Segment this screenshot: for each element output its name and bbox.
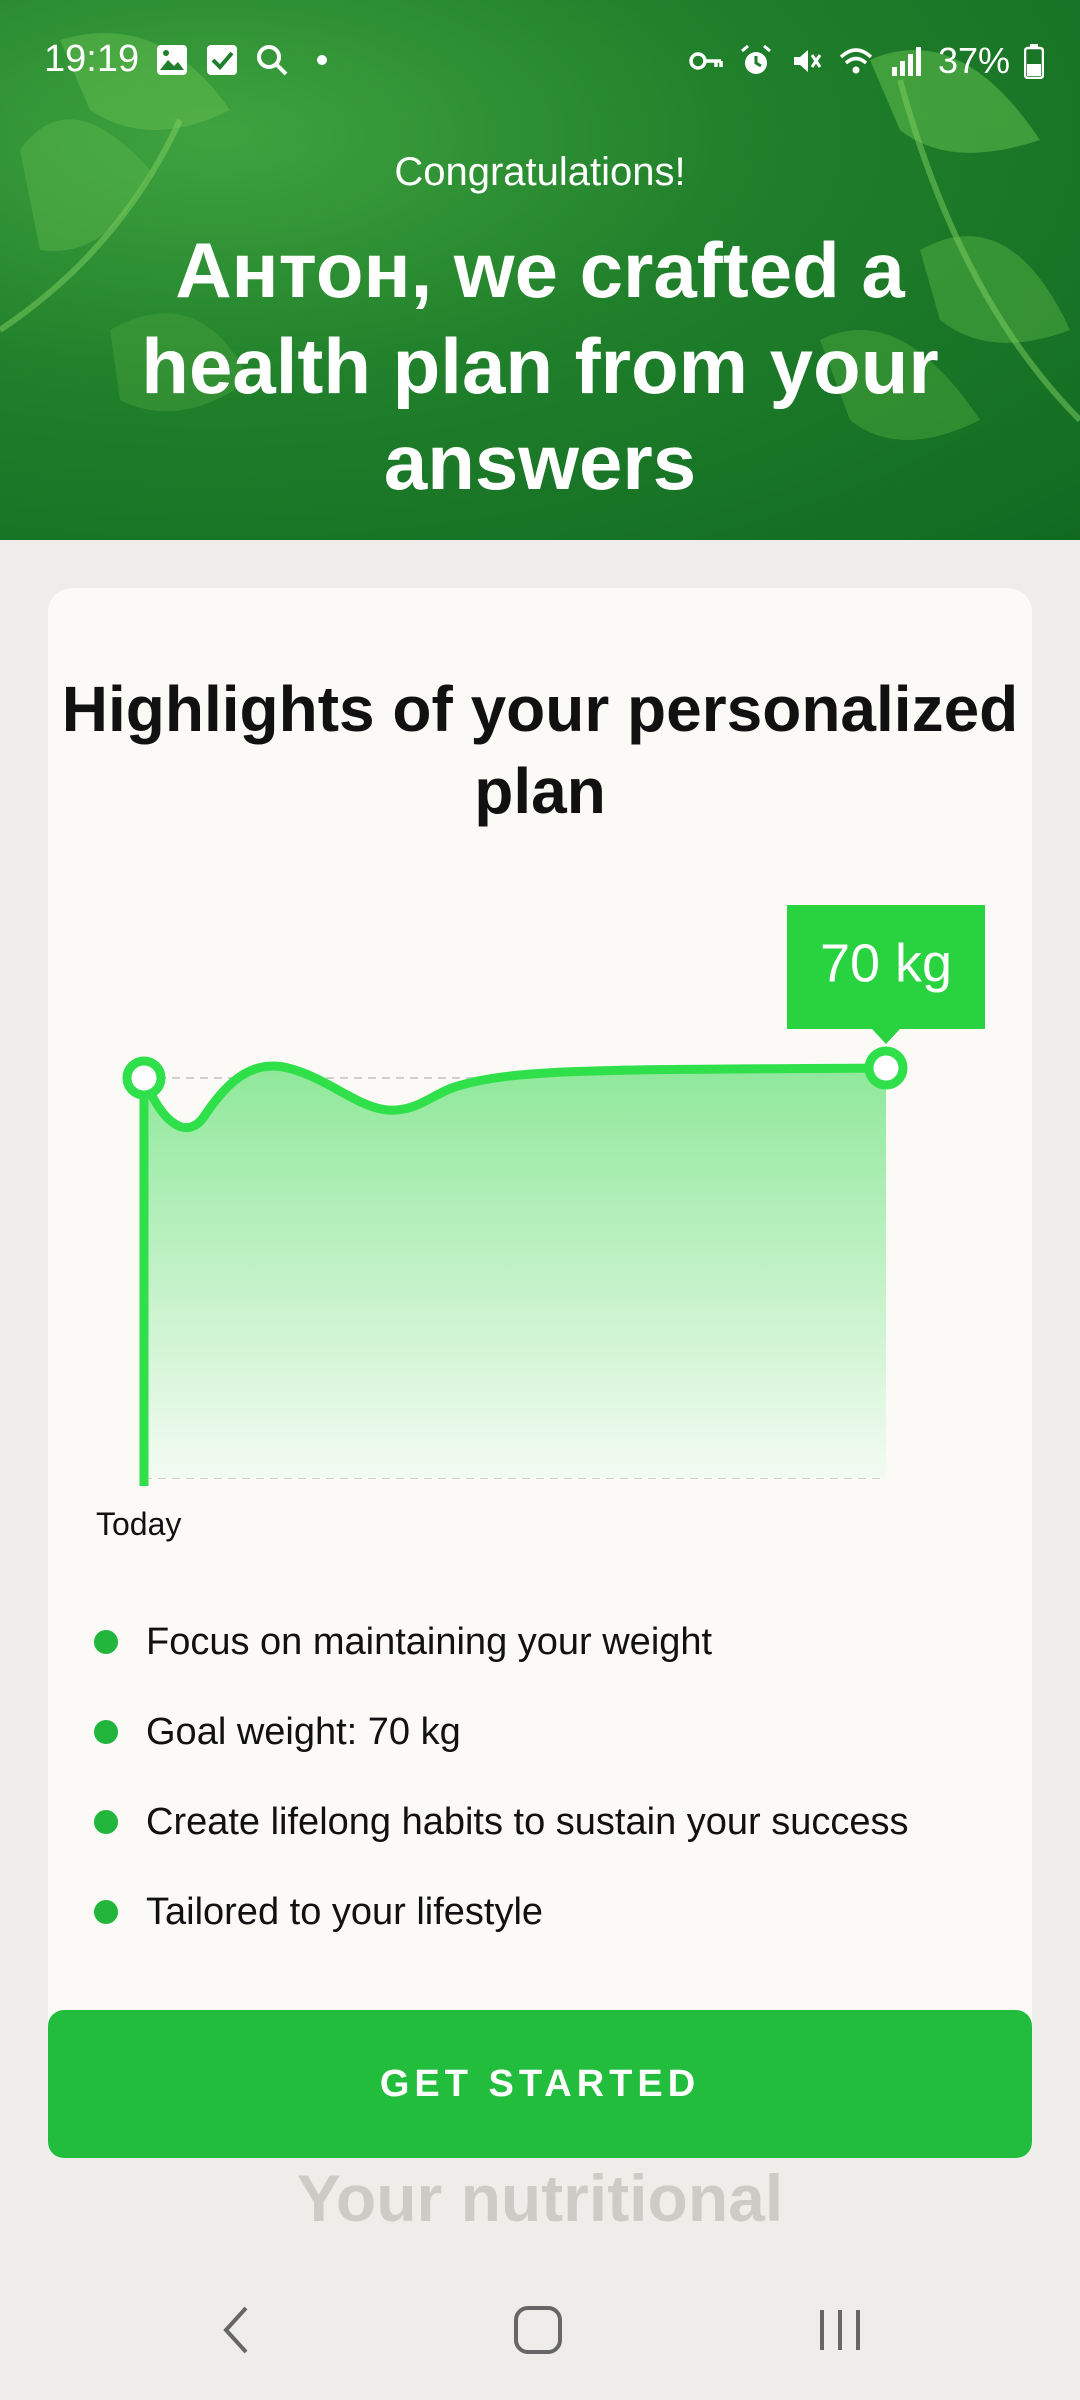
battery-percent: 37% [937, 40, 1010, 81]
search-icon [257, 45, 288, 76]
bullet-dot-icon [94, 1720, 118, 1744]
x-axis-start-label: Today [96, 1506, 182, 1542]
back-button[interactable] [176, 2290, 296, 2370]
status-bar: 19:19 37% [0, 0, 1080, 120]
battery-icon [1024, 44, 1044, 79]
image-icon [157, 45, 187, 75]
list-item: Tailored to your lifestyle [94, 1883, 974, 1941]
recents-button[interactable] [780, 2290, 900, 2370]
hero-banner: 19:19 37% Congratulations! Антон, we cra… [0, 0, 1080, 540]
checkbox-icon [207, 45, 237, 75]
status-time: 19:19 [44, 38, 140, 80]
list-item: Goal weight: 70 kg [94, 1703, 974, 1761]
bullet-dot-icon [94, 1900, 118, 1924]
bullet-dot-icon [94, 1630, 118, 1654]
home-button[interactable] [478, 2290, 598, 2370]
card-title: Highlights of your personalized plan [61, 673, 1019, 827]
dot-icon [317, 55, 327, 65]
chart-area [144, 1066, 886, 1478]
get-started-button[interactable]: GET STARTED [48, 2010, 1032, 2158]
next-section-heading: Your nutritional [296, 2161, 784, 2235]
signal-icon [891, 47, 921, 76]
plan-highlights-list: Focus on maintaining your weight Goal we… [94, 1613, 974, 1973]
list-item: Create lifelong habits to sustain your s… [94, 1793, 974, 1851]
hero-title: Антон, we crafted a health plan from you… [141, 226, 939, 506]
bullet-dot-icon [94, 1810, 118, 1834]
back-icon [223, 2306, 248, 2354]
congratulations-text: Congratulations! [394, 150, 686, 194]
wifi-icon [839, 48, 873, 74]
start-point-marker [122, 1056, 166, 1100]
plan-card: Highlights of your personalized plan 70 … [48, 588, 1032, 2058]
goal-badge: 70 kg [787, 905, 985, 1044]
home-icon [514, 2306, 562, 2354]
system-navigation-bar [0, 2260, 1080, 2400]
mute-icon [793, 50, 822, 72]
recents-icon [820, 2310, 860, 2350]
weight-chart: 70 kg [122, 905, 985, 1486]
goal-badge-label: 70 kg [820, 933, 952, 993]
key-icon [689, 52, 723, 70]
alarm-icon [740, 44, 771, 74]
goal-point-marker [864, 1046, 908, 1090]
list-item: Focus on maintaining your weight [94, 1613, 974, 1671]
